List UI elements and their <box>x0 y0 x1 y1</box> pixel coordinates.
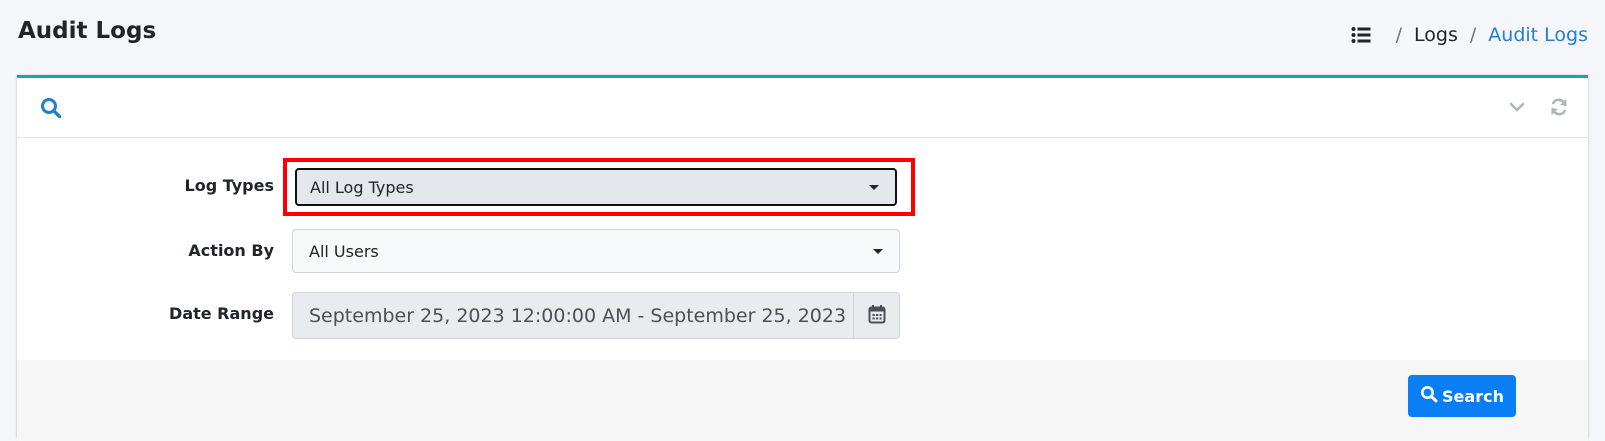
card-footer: Search <box>17 360 1588 441</box>
caret-down-icon <box>873 249 883 254</box>
list-icon[interactable] <box>1351 25 1371 45</box>
log-types-value: All Log Types <box>310 177 414 197</box>
search-icon <box>40 97 62 119</box>
action-by-label: Action By <box>188 241 274 260</box>
calendar-icon <box>868 304 886 328</box>
breadcrumb-item-logs[interactable]: Logs <box>1414 24 1458 46</box>
breadcrumb-item-audit-logs[interactable]: Audit Logs <box>1488 24 1588 46</box>
action-by-row: Action By All Users <box>17 229 1588 275</box>
breadcrumb: / Logs / Audit Logs <box>1351 24 1588 46</box>
breadcrumb-separator: / <box>1395 24 1403 46</box>
date-range-input[interactable]: September 25, 2023 12:00:00 AM - Septemb… <box>292 292 853 339</box>
date-range-label: Date Range <box>169 304 274 323</box>
chevron-down-icon[interactable] <box>1506 96 1528 118</box>
action-by-select[interactable]: All Users <box>292 229 900 273</box>
search-button[interactable]: Search <box>1408 375 1516 417</box>
filter-card: Log Types All Log Types Action By All Us… <box>17 75 1588 441</box>
date-range-row: Date Range September 25, 2023 12:00:00 A… <box>17 292 1588 339</box>
card-tools <box>1506 96 1570 118</box>
page-title: Audit Logs <box>18 18 157 44</box>
refresh-icon[interactable] <box>1548 96 1570 118</box>
action-by-value: All Users <box>309 241 379 261</box>
log-types-select[interactable]: All Log Types <box>295 168 897 206</box>
date-range-group: September 25, 2023 12:00:00 AM - Septemb… <box>292 292 900 339</box>
breadcrumb-separator: / <box>1469 24 1477 46</box>
log-types-row: Log Types All Log Types <box>17 158 1588 216</box>
search-icon <box>1420 385 1438 407</box>
calendar-button[interactable] <box>853 292 900 339</box>
page-header: Audit Logs / Logs / Audit Logs <box>0 0 1605 76</box>
log-types-label: Log Types <box>184 176 274 195</box>
card-header <box>17 78 1588 138</box>
caret-down-icon <box>869 185 879 190</box>
search-button-label: Search <box>1442 386 1504 406</box>
